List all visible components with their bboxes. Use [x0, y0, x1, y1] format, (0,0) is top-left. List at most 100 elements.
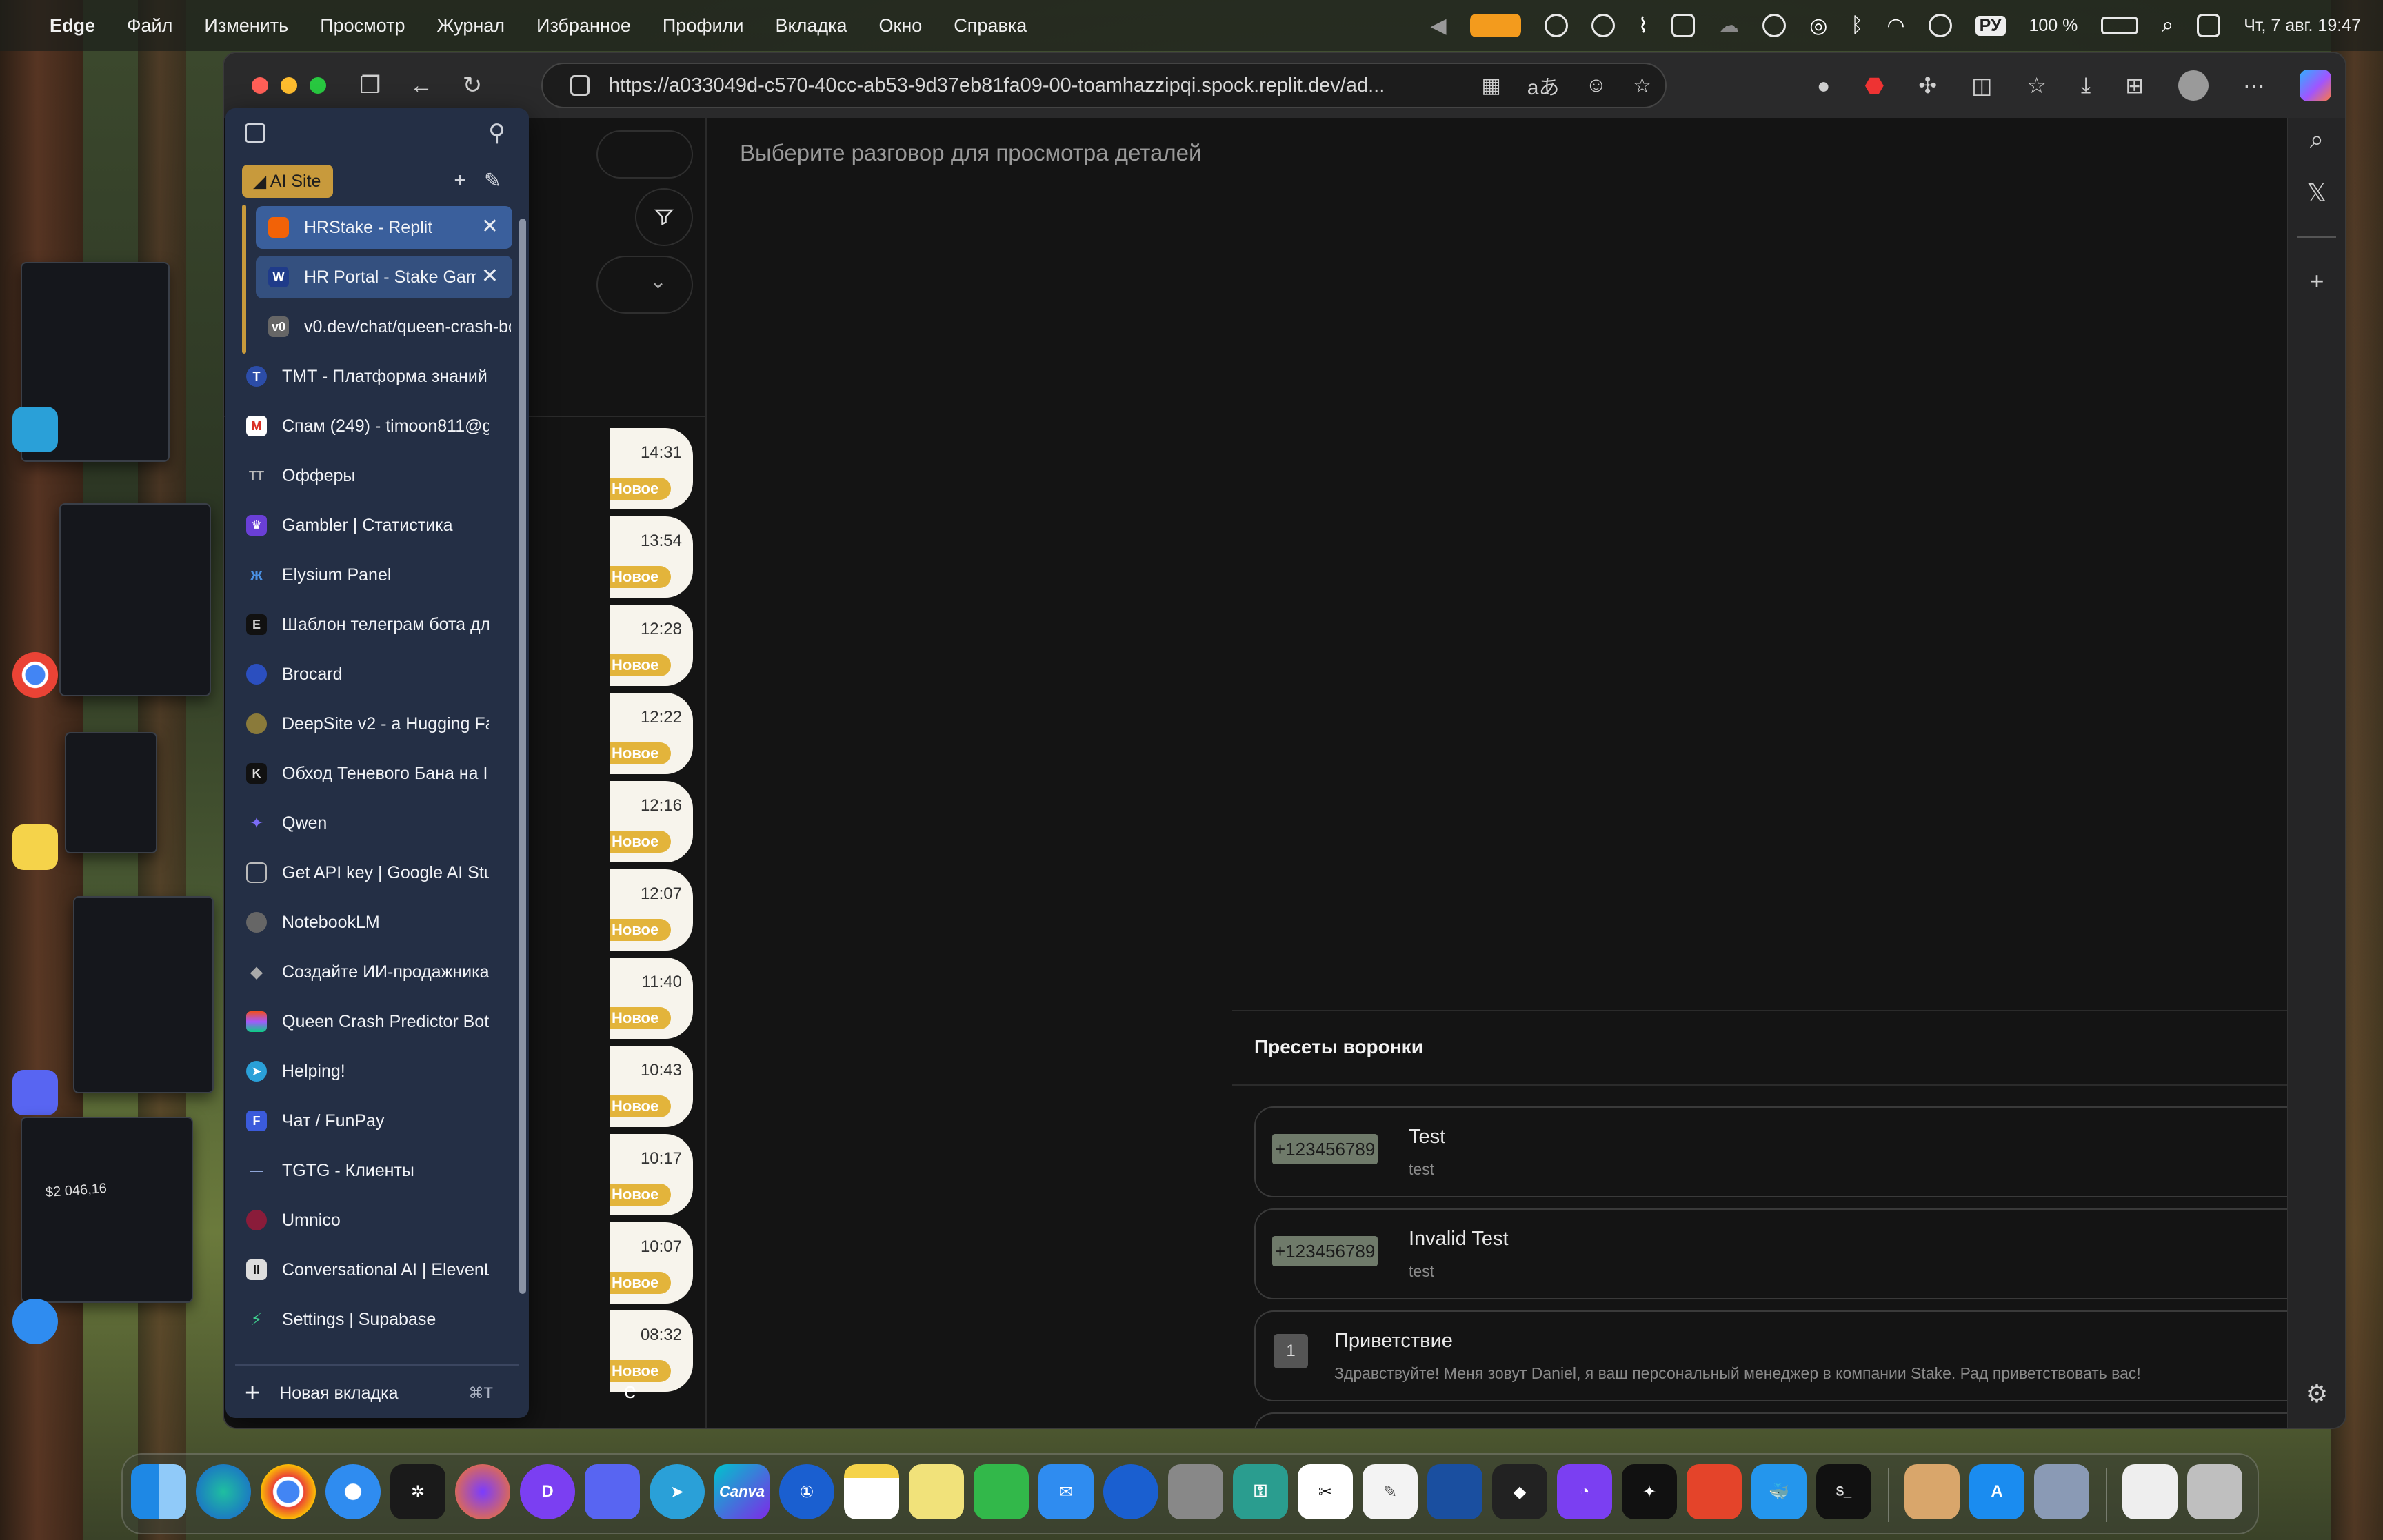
- tab-item[interactable]: ⚡ Settings | Supabase: [235, 1298, 512, 1341]
- tab-item[interactable]: K Обход Теневого Бана на Instagram пр: [235, 752, 512, 795]
- stage-window-thumbnail[interactable]: [59, 503, 211, 696]
- tab-item[interactable]: — TGTG - Клиенты: [235, 1149, 512, 1192]
- red-app-icon[interactable]: [1687, 1464, 1742, 1519]
- app-store-icon[interactable]: A: [1969, 1464, 2024, 1519]
- tab-item[interactable]: II Conversational AI | ElevenLabs: [235, 1248, 512, 1291]
- lock-icon[interactable]: [570, 75, 590, 96]
- volume-icon[interactable]: ◀: [1430, 14, 1446, 38]
- stickies-icon[interactable]: [909, 1464, 964, 1519]
- conversation-card[interactable]: 12:22 Новое: [610, 693, 693, 774]
- tab-item[interactable]: T TMT - Платформа знаний: [235, 355, 512, 398]
- tab-item[interactable]: ➤ Helping!: [235, 1050, 512, 1093]
- battery-icon[interactable]: [2101, 17, 2139, 34]
- app-menu[interactable]: Edge: [50, 15, 95, 37]
- tab-item[interactable]: Brocard: [235, 653, 512, 696]
- tab-item[interactable]: E Шаблон телеграм бота для команд | El: [235, 603, 512, 646]
- menu-window[interactable]: Окно: [879, 15, 923, 37]
- back-icon[interactable]: ←: [406, 70, 436, 101]
- sort-select[interactable]: ⌄: [596, 256, 693, 314]
- stage-window-thumbnail[interactable]: [73, 896, 214, 1093]
- microphone-icon[interactable]: [1469, 14, 1521, 37]
- search-icon[interactable]: ⌕: [2288, 125, 2345, 154]
- conversation-card[interactable]: 12:07 Новое: [610, 869, 693, 951]
- sparkle-icon[interactable]: ✦: [1622, 1464, 1677, 1519]
- add-icon[interactable]: +: [2288, 267, 2345, 296]
- extension-g-icon[interactable]: ●: [1817, 73, 1830, 99]
- recorder-icon[interactable]: [1671, 14, 1696, 37]
- tab-actions-icon[interactable]: ❐: [355, 70, 385, 101]
- conversation-card[interactable]: 08:32 Новое: [610, 1310, 693, 1392]
- chatgpt-icon[interactable]: [1544, 14, 1568, 37]
- tab-item[interactable]: ж Elysium Panel: [235, 554, 512, 596]
- conversation-card[interactable]: 10:17 Новое: [610, 1134, 693, 1215]
- close-tab-icon[interactable]: ✕: [481, 264, 499, 288]
- search-input[interactable]: [596, 130, 693, 179]
- tab-item[interactable]: NotebookLM: [235, 901, 512, 944]
- address-bar[interactable]: https://a033049d-c570-40cc-ab53-9d37eb81…: [541, 63, 1667, 108]
- arc-d-icon[interactable]: D: [520, 1464, 575, 1519]
- new-tab-button[interactable]: + Новая вкладка ⌘T: [245, 1374, 518, 1412]
- add-tab-to-group-icon[interactable]: +: [454, 169, 466, 193]
- tab-item[interactable]: Umnico: [235, 1199, 512, 1242]
- tab-item[interactable]: DeepSite v2 - a Hugging Face Space by: [235, 702, 512, 745]
- menu-history[interactable]: Журнал: [437, 15, 505, 37]
- textedit-icon[interactable]: ✎: [1363, 1464, 1418, 1519]
- menu-file[interactable]: Файл: [127, 15, 172, 37]
- tab-hr-portal[interactable]: W HR Portal - Stake Game Testing Pl ✕: [256, 256, 512, 298]
- conversation-card[interactable]: 12:16 Новое: [610, 781, 693, 862]
- minimize-window-button[interactable]: [281, 77, 297, 94]
- clock[interactable]: Чт, 7 авг. 19:47: [2244, 16, 2361, 36]
- surfshark-icon[interactable]: [1103, 1464, 1158, 1519]
- conversation-card[interactable]: 10:07 Новое: [610, 1222, 693, 1304]
- preset-card[interactable]: [1254, 1412, 2302, 1428]
- zoom-window-button[interactable]: [310, 77, 326, 94]
- tab-group-label[interactable]: ◢ AI Site: [242, 165, 334, 198]
- app-available-icon[interactable]: ▦: [1481, 74, 1500, 98]
- tab-v0-dev[interactable]: v0 v0.dev/chat/queen-crash-bot-landing: [256, 305, 512, 348]
- downloads-icon[interactable]: ⤓: [2081, 72, 2091, 99]
- conversation-card[interactable]: 14:31 Новое: [610, 428, 693, 509]
- capcut-icon[interactable]: ✂: [1298, 1464, 1353, 1519]
- discord-icon[interactable]: [585, 1464, 640, 1519]
- preset-card[interactable]: 1 Приветствие Здравствуйте! Меня зовут D…: [1254, 1310, 2302, 1401]
- terminal-icon[interactable]: $_: [1816, 1464, 1871, 1519]
- installer-icon[interactable]: [2034, 1464, 2089, 1519]
- conversation-card[interactable]: 12:28 Новое: [610, 605, 693, 686]
- paperclip-icon[interactable]: ⌇: [1638, 14, 1649, 38]
- spotlight-icon[interactable]: ⌕: [2162, 14, 2173, 37]
- onepassword-icon[interactable]: ①: [779, 1464, 834, 1519]
- extensions-icon[interactable]: ✣: [1918, 72, 1937, 99]
- menu-favorites[interactable]: Избранное: [536, 15, 631, 37]
- numbers-icon[interactable]: [974, 1464, 1029, 1519]
- finder-icon[interactable]: [131, 1464, 186, 1519]
- conversation-card[interactable]: 13:54 Новое: [610, 516, 693, 598]
- canva-icon[interactable]: Canva: [714, 1464, 770, 1519]
- safari-icon[interactable]: [325, 1464, 381, 1519]
- settings-gear-icon[interactable]: ⚙: [2288, 1379, 2345, 1408]
- conversation-card[interactable]: 10:43 Новое: [610, 1046, 693, 1127]
- menu-view[interactable]: Просмотр: [320, 15, 405, 37]
- tabs-scrollbar[interactable]: [519, 219, 526, 1294]
- user-icon[interactable]: [1928, 14, 1952, 37]
- menu-tab[interactable]: Вкладка: [775, 15, 847, 37]
- bluetooth-icon[interactable]: ᛒ: [1851, 14, 1863, 37]
- firefox-icon[interactable]: [455, 1464, 510, 1519]
- preset-card[interactable]: +123456789 Invalid Test test: [1254, 1208, 2302, 1299]
- notes-icon[interactable]: [844, 1464, 899, 1519]
- favorite-star-icon[interactable]: ☆: [1633, 74, 1651, 98]
- collections-icon[interactable]: ⊞: [2125, 72, 2144, 99]
- menu-help[interactable]: Справка: [954, 15, 1027, 37]
- menu-profiles[interactable]: Профили: [663, 15, 744, 37]
- preset-card[interactable]: +123456789 Test test: [1254, 1106, 2302, 1197]
- conversation-card[interactable]: 11:40 Новое: [610, 958, 693, 1039]
- chatgpt-icon[interactable]: ✲: [390, 1464, 445, 1519]
- tab-item[interactable]: F Чат / FunPay: [235, 1100, 512, 1142]
- tab-item[interactable]: ◆ Создайте ИИ-продажника за 5 минут: [235, 951, 512, 993]
- edge-icon[interactable]: [196, 1464, 251, 1519]
- reload-icon[interactable]: ↻: [457, 70, 487, 101]
- wifi-icon[interactable]: ◠: [1887, 14, 1904, 38]
- input-source[interactable]: РУ: [1975, 15, 2006, 36]
- tab-item[interactable]: M Спам (249) - timoon811@gmail.com - G: [235, 405, 512, 447]
- pin-icon[interactable]: ⚲: [488, 119, 505, 147]
- stage-window-thumbnail[interactable]: [65, 732, 157, 853]
